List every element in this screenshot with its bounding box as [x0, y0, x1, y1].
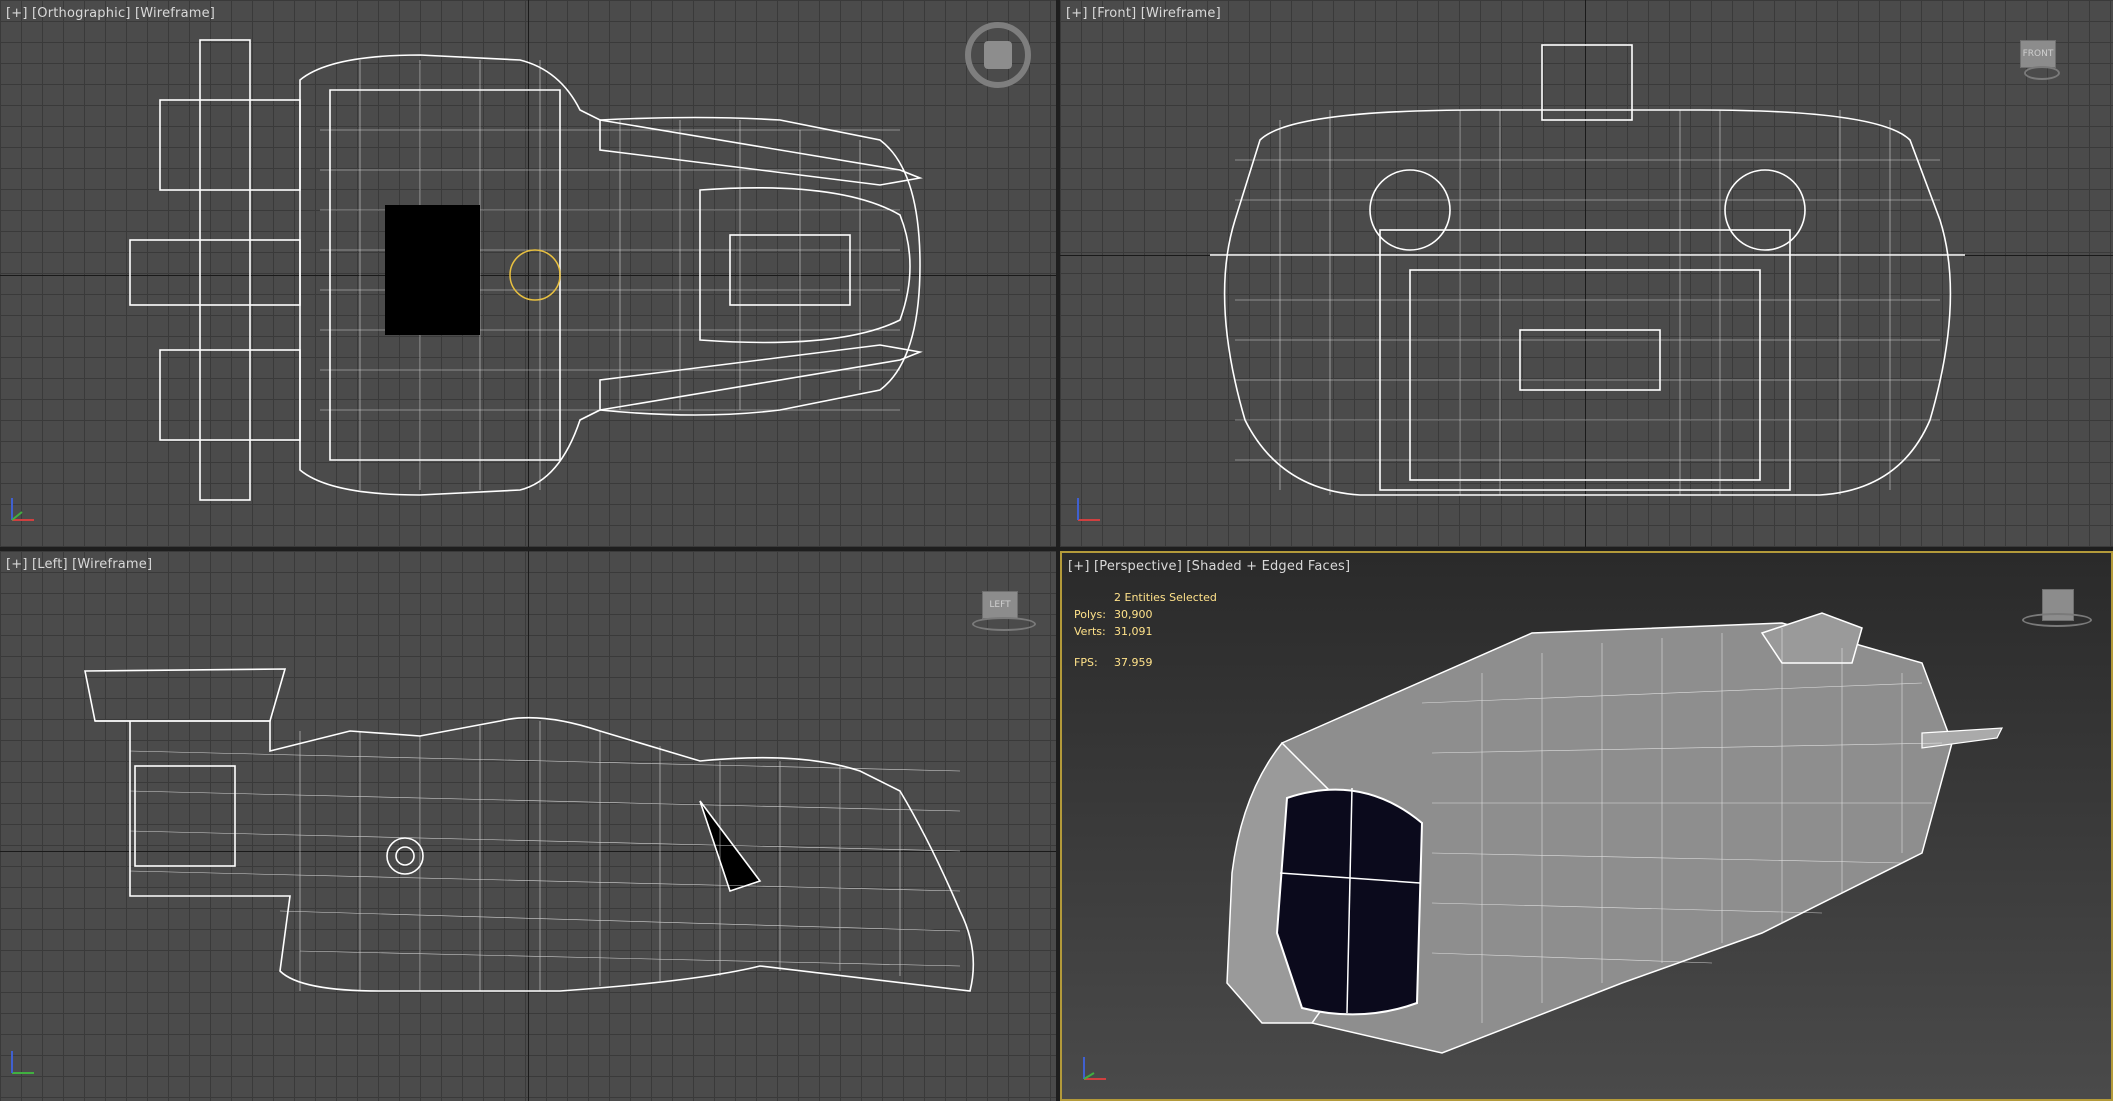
wireframe-model-front[interactable] [1060, 0, 2113, 547]
wireframe-model-top[interactable] [0, 0, 1056, 547]
axis-gizmo-icon [11, 498, 34, 521]
viewport-perspective[interactable]: [+] [Perspective] [Shaded + Edged Faces]… [1060, 551, 2113, 1101]
axis-gizmo-icon [11, 1051, 34, 1074]
viewport-left[interactable]: [+] [Left] [Wireframe] LEFT [0, 551, 1056, 1101]
wireframe-model-left[interactable] [0, 551, 1056, 1101]
viewport-front[interactable]: [+] [Front] [Wireframe] FRONT [1060, 0, 2113, 547]
axis-gizmo-icon [1083, 1057, 1106, 1080]
shaded-model-perspective[interactable] [1062, 553, 2113, 1101]
viewport-orthographic[interactable]: [+] [Orthographic] [Wireframe] [0, 0, 1056, 547]
axis-gizmo-icon [1077, 498, 1100, 521]
